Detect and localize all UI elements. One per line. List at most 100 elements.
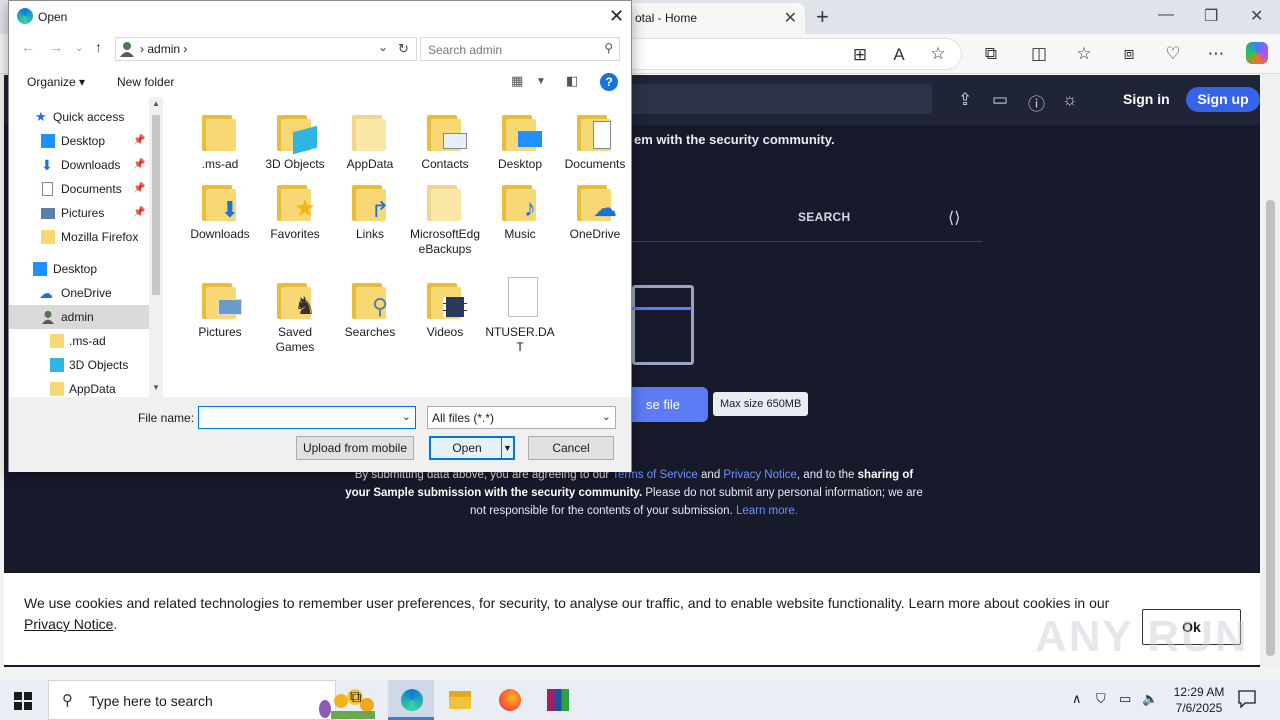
path-breadcrumb[interactable]: › admin › ⌄ ↻ [115, 37, 417, 61]
up-arrow-icon[interactable]: ↑ [95, 39, 102, 55]
favorite-star-icon[interactable]: ☆ [927, 44, 949, 64]
open-button[interactable]: Open ▼ [429, 436, 515, 460]
security-icon[interactable]: ⛉ [1096, 691, 1106, 707]
nav-onedrive[interactable]: ☁ OneDrive [9, 281, 149, 305]
pin-icon[interactable]: 📌 [133, 153, 145, 177]
upload-icon[interactable]: ⇪ [958, 90, 972, 110]
nav-admin[interactable]: admin [9, 305, 149, 329]
tab-close-icon[interactable]: ✕ [784, 8, 797, 28]
site-search-input[interactable] [624, 84, 932, 114]
recent-locations-icon[interactable]: ⌄ [75, 43, 83, 54]
sign-up-button[interactable]: Sign up [1186, 87, 1260, 112]
privacy-notice-link[interactable]: Privacy Notice [723, 469, 797, 481]
folder-item[interactable]: ☁ OneDrive [558, 177, 632, 242]
nav-desktop[interactable]: Desktop [9, 257, 149, 281]
learn-more-link[interactable]: Learn more. [736, 505, 798, 517]
pin-icon[interactable]: 📌 [133, 129, 145, 153]
restore-icon[interactable]: ❐ [1204, 6, 1218, 26]
help-icon[interactable]: ? [600, 73, 618, 91]
network-icon[interactable]: ▭ [1119, 691, 1131, 707]
preview-pane-icon[interactable]: ◧ [566, 73, 578, 89]
theme-icon[interactable]: ☼ [1062, 90, 1078, 110]
taskbar-file-explorer[interactable] [436, 680, 482, 720]
apps-icon[interactable]: ⊞ [849, 45, 871, 65]
file-type-select[interactable]: All files (*.*) ⌄ [427, 406, 616, 429]
nav-downloads-pinned[interactable]: ⬇ Downloads 📌 [9, 153, 149, 177]
more-icon[interactable]: ⋯ [1205, 44, 1227, 64]
nav-appdata[interactable]: AppData [9, 377, 149, 397]
new-folder-button[interactable]: New folder [117, 75, 174, 89]
folder-item[interactable]: AppData [333, 107, 407, 172]
folder-item[interactable]: Desktop [483, 107, 557, 172]
refresh-icon[interactable]: ↻ [398, 41, 409, 57]
folder-item[interactable]: MicrosoftEdgeBackups [408, 177, 482, 257]
folder-item[interactable]: ♪ Music [483, 177, 557, 242]
taskbar-edge[interactable] [388, 680, 434, 720]
task-view-icon[interactable]: ⧉ [350, 689, 361, 707]
view-dropdown-icon[interactable]: ▼ [536, 76, 546, 87]
dialog-search-input[interactable]: Search admin ⚲ [420, 37, 620, 61]
taskbar-winrar[interactable] [534, 680, 580, 720]
folder-item[interactable]: ↱ Links [333, 177, 407, 242]
windows-start-icon[interactable] [14, 692, 32, 710]
new-tab-icon[interactable]: + [816, 4, 829, 30]
collections-icon[interactable]: ⧈ [1118, 44, 1140, 64]
folder-item[interactable]: ♞ Saved Games [258, 275, 332, 355]
taskbar-search-input[interactable]: ⚲ Type here to search [48, 680, 375, 720]
folder-item[interactable]: Documents [558, 107, 632, 172]
copilot-icon[interactable] [1246, 42, 1268, 64]
folder-item[interactable]: Pictures [183, 275, 257, 340]
file-item[interactable]: NTUSER.DAT [483, 275, 557, 355]
folder-item[interactable]: ★ Favorites [258, 177, 332, 242]
nav-ms-ad[interactable]: .ms-ad [9, 329, 149, 353]
volume-icon[interactable]: 🔈 [1142, 691, 1158, 707]
pin-icon[interactable]: 📌 [133, 201, 145, 225]
cookie-privacy-link[interactable]: Privacy Notice [24, 616, 113, 632]
page-scrollbar-thumb[interactable] [1266, 200, 1275, 656]
upload-from-mobile-button[interactable]: Upload from mobile [296, 436, 414, 460]
view-options-icon[interactable]: ▦ [511, 73, 523, 89]
close-window-icon[interactable]: ✕ [1250, 6, 1263, 26]
pin-icon[interactable]: 📌 [133, 177, 145, 201]
help-icon[interactable]: ⓘ [1028, 90, 1045, 115]
show-hidden-icons[interactable]: ∧ [1072, 691, 1082, 707]
nav-desktop-pinned[interactable]: Desktop 📌 [9, 129, 149, 153]
tab-search[interactable]: SEARCH [798, 210, 850, 224]
folder-item[interactable]: Videos [408, 275, 482, 340]
file-type-dropdown-icon[interactable]: ⌄ [602, 410, 611, 423]
back-arrow-icon[interactable]: ← [21, 39, 35, 55]
nav-documents-pinned[interactable]: Documents 📌 [9, 177, 149, 201]
cancel-button[interactable]: Cancel [528, 436, 614, 460]
nav-quick-access[interactable]: ★ Quick access [9, 105, 149, 129]
folder-item[interactable]: ⚲ Searches [333, 275, 407, 340]
favorites-icon[interactable]: ☆ [1073, 44, 1095, 64]
system-clock[interactable]: 12:29 AM 7/6/2025 [1168, 684, 1230, 716]
folder-item[interactable]: Contacts [408, 107, 482, 172]
nav-scrollbar[interactable]: ▲ ▼ [149, 97, 163, 397]
scroll-down-icon[interactable]: ▼ [152, 383, 160, 392]
tab-virustotal[interactable]: otal - Home ✕ [615, 3, 805, 34]
file-name-dropdown-icon[interactable]: ⌄ [402, 410, 411, 423]
choose-file-button[interactable]: se file [632, 387, 708, 422]
scroll-up-icon[interactable]: ▲ [152, 99, 160, 108]
folder-item[interactable]: ⬇ Downloads [183, 177, 257, 242]
page-scrollbar[interactable] [1262, 75, 1280, 667]
nav-3d-objects[interactable]: 3D Objects [9, 353, 149, 377]
nav-pictures-pinned[interactable]: Pictures 📌 [9, 201, 149, 225]
taskbar-firefox[interactable] [486, 680, 532, 720]
organize-button[interactable]: Organize ▾ [27, 75, 85, 89]
minimize-icon[interactable]: — [1158, 6, 1174, 24]
path-segment[interactable]: › admin › [140, 42, 187, 56]
path-dropdown-icon[interactable]: ⌄ [378, 40, 388, 54]
folder-item[interactable]: .ms-ad [183, 107, 257, 172]
browser-essentials-icon[interactable]: ♡ [1162, 44, 1184, 64]
nav-scrollbar-thumb[interactable] [152, 115, 160, 295]
nav-mozilla-firefox[interactable]: Mozilla Firefox [9, 225, 149, 249]
split-screen-icon[interactable]: ◫ [1028, 44, 1050, 64]
folder-item[interactable]: 3D Objects [258, 107, 332, 172]
extensions-icon[interactable]: ⧉ [980, 44, 1002, 64]
code-icon[interactable]: ⟨⟩ [948, 208, 960, 228]
url-field[interactable]: ⊞ A ☆ [600, 38, 962, 70]
chat-icon[interactable]: ▭ [992, 90, 1008, 110]
sign-in-link[interactable]: Sign in [1123, 91, 1170, 107]
